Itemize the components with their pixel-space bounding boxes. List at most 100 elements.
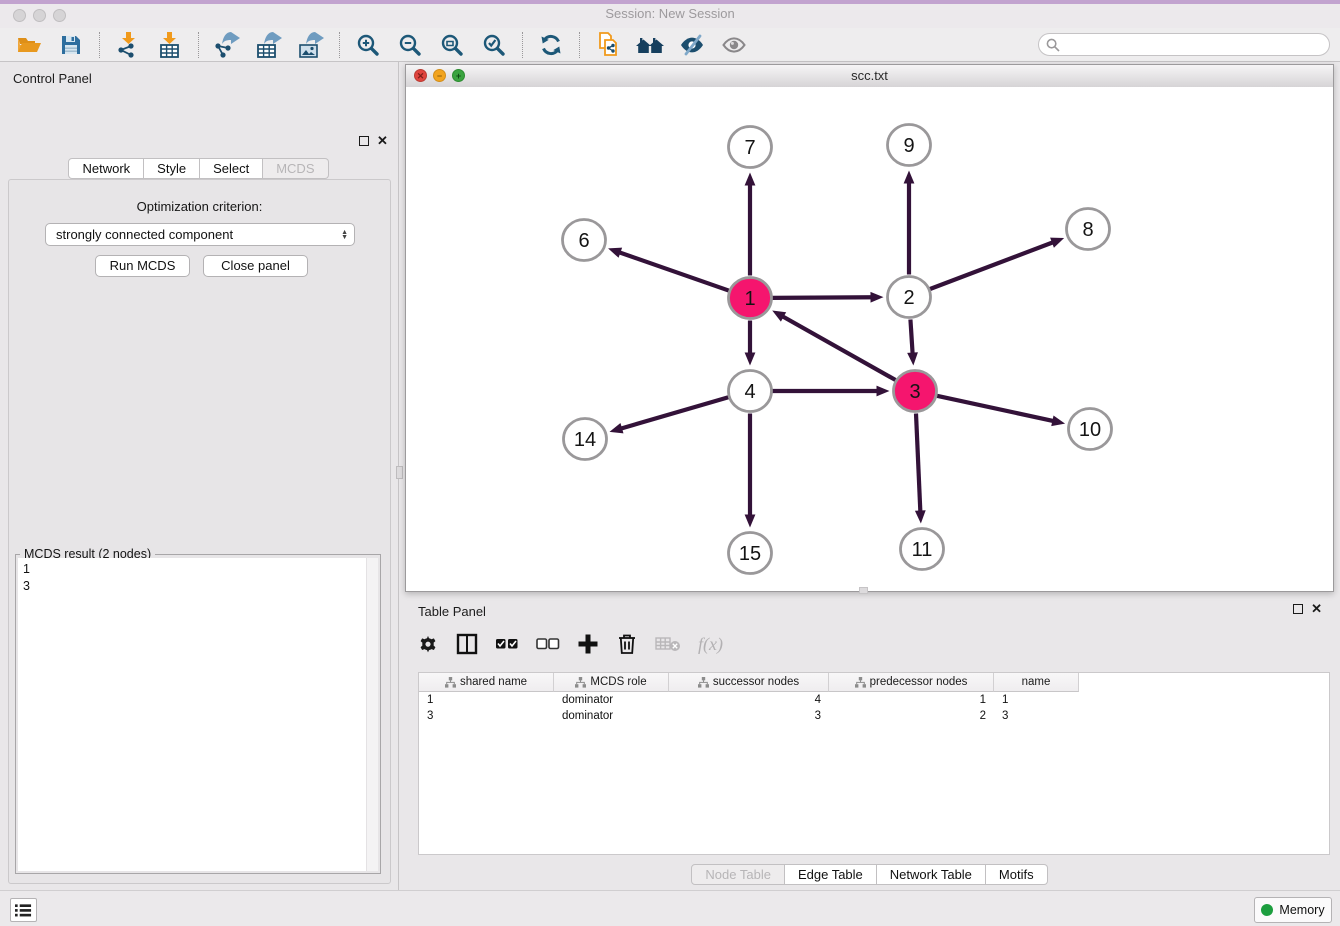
- network-canvas[interactable]: 7968124314101511: [406, 87, 1333, 591]
- graph-edge-1-2[interactable]: [772, 297, 873, 298]
- search-input[interactable]: [1064, 35, 1329, 55]
- import-table-icon[interactable]: [154, 30, 186, 60]
- horizontal-splitter-handle[interactable]: [859, 587, 868, 594]
- table-cell[interactable]: 3: [994, 708, 1079, 724]
- float-panel-icon[interactable]: [359, 136, 369, 146]
- graph-edge-2-8[interactable]: [930, 242, 1055, 289]
- close-panel-button[interactable]: Close panel: [203, 255, 308, 277]
- table-cell[interactable]: 1: [419, 692, 554, 708]
- save-icon[interactable]: [55, 30, 87, 60]
- criterion-value: strongly connected component: [56, 227, 233, 242]
- zoom-fit-icon[interactable]: [436, 30, 468, 60]
- tab-select[interactable]: Select: [200, 158, 263, 179]
- graph-edge-arrowhead: [907, 352, 918, 365]
- tab-network-table[interactable]: Network Table: [877, 864, 986, 885]
- table-toolbar: f(x): [417, 625, 723, 663]
- table-body[interactable]: 1dominator4113dominator323: [419, 692, 1329, 724]
- search-box[interactable]: [1038, 33, 1330, 56]
- graph-edge-3-11[interactable]: [916, 413, 920, 513]
- sort-tree-icon: [855, 677, 866, 688]
- search-icon: [1046, 38, 1060, 52]
- tab-motifs[interactable]: Motifs: [986, 864, 1048, 885]
- graph-edge-2-3[interactable]: [910, 319, 912, 355]
- settings-gear-icon[interactable]: [417, 633, 439, 655]
- show-columns-icon[interactable]: [495, 633, 519, 655]
- home-icon[interactable]: [634, 30, 666, 60]
- hide-panel-eye-icon[interactable]: [676, 30, 708, 60]
- column-header-MCDS-role[interactable]: MCDS role: [554, 673, 669, 692]
- graph-edge-arrowhead: [915, 510, 926, 523]
- table-cell[interactable]: 2: [829, 708, 994, 724]
- control-panel-tabs: NetworkStyleSelectMCDS: [0, 158, 397, 179]
- window-title: Session: New Session: [0, 6, 1340, 21]
- open-folder-icon[interactable]: [13, 30, 45, 60]
- tab-mcds[interactable]: MCDS: [263, 158, 328, 179]
- table-cell[interactable]: dominator: [554, 708, 669, 724]
- table-header-row[interactable]: shared nameMCDS rolesuccessor nodesprede…: [419, 673, 1329, 692]
- split-columns-icon[interactable]: [456, 633, 478, 655]
- export-table-icon[interactable]: [253, 30, 285, 60]
- toolbar-separator: [579, 32, 580, 58]
- clone-network-icon[interactable]: [592, 30, 624, 60]
- zoom-out-icon[interactable]: [394, 30, 426, 60]
- mcds-result-textarea[interactable]: 13: [18, 558, 378, 871]
- graph-edge-arrowhead: [745, 353, 756, 366]
- table-cell[interactable]: 3: [669, 708, 829, 724]
- column-header-predecessor-nodes[interactable]: predecessor nodes: [829, 673, 994, 692]
- node-table[interactable]: shared nameMCDS rolesuccessor nodesprede…: [418, 672, 1330, 855]
- table-panel: Table Panel ✕ f(x) shared nameMCDS roles…: [405, 595, 1334, 890]
- graph-edge-3-10[interactable]: [937, 396, 1055, 422]
- export-network-icon[interactable]: [211, 30, 243, 60]
- run-mcds-button[interactable]: Run MCDS: [95, 255, 190, 277]
- mcds-tab-content: Optimization criterion: strongly connect…: [8, 179, 391, 884]
- table-cell[interactable]: dominator: [554, 692, 669, 708]
- table-cell[interactable]: 4: [669, 692, 829, 708]
- sort-tree-icon: [698, 677, 709, 688]
- graph-node-label: 4: [744, 381, 755, 403]
- criterion-select[interactable]: strongly connected component ▲▼: [45, 223, 355, 246]
- task-history-button[interactable]: [10, 898, 37, 922]
- table-row[interactable]: 3dominator323: [419, 708, 1329, 724]
- graph-edge-arrowhead: [745, 515, 756, 528]
- memory-button[interactable]: Memory: [1254, 897, 1332, 923]
- graph-edge-arrowhead: [870, 292, 883, 303]
- float-table-panel-icon[interactable]: [1293, 604, 1303, 614]
- graph-edge-1-6[interactable]: [618, 252, 729, 291]
- import-network-icon[interactable]: [112, 30, 144, 60]
- result-scrollbar[interactable]: [366, 558, 378, 871]
- graph-node-label: 9: [903, 135, 914, 157]
- graph-edge-arrowhead: [608, 248, 622, 258]
- table-row[interactable]: 1dominator411: [419, 692, 1329, 708]
- table-cell[interactable]: 1: [829, 692, 994, 708]
- toolbar-separator: [522, 32, 523, 58]
- network-view-window: ✕ − + scc.txt 7968124314101511: [405, 64, 1334, 592]
- close-table-panel-icon[interactable]: ✕: [1311, 602, 1322, 616]
- column-header-successor-nodes[interactable]: successor nodes: [669, 673, 829, 692]
- tab-node-table[interactable]: Node Table: [691, 864, 785, 885]
- zoom-in-icon[interactable]: [352, 30, 384, 60]
- graph-edge-4-14[interactable]: [619, 397, 728, 429]
- sort-tree-icon: [445, 677, 456, 688]
- tab-network[interactable]: Network: [68, 158, 144, 179]
- vertical-splitter-handle[interactable]: [396, 466, 403, 479]
- delete-column-icon[interactable]: [616, 632, 638, 656]
- zoom-selected-icon[interactable]: [478, 30, 510, 60]
- close-panel-icon[interactable]: ✕: [377, 134, 388, 148]
- table-cell[interactable]: 3: [419, 708, 554, 724]
- main-toolbar: [0, 28, 1340, 62]
- column-header-shared-name[interactable]: shared name: [419, 673, 554, 692]
- tab-edge-table[interactable]: Edge Table: [785, 864, 877, 885]
- graph-edge-arrowhead: [904, 171, 915, 184]
- table-panel-title: Table Panel: [418, 604, 486, 619]
- refresh-icon[interactable]: [535, 30, 567, 60]
- export-image-icon[interactable]: [295, 30, 327, 60]
- tab-style[interactable]: Style: [144, 158, 200, 179]
- column-header-name[interactable]: name: [994, 673, 1079, 692]
- table-cell[interactable]: 1: [994, 692, 1079, 708]
- hide-columns-icon[interactable]: [536, 633, 560, 655]
- graph-edge-arrowhead: [609, 423, 623, 433]
- network-window-titlebar[interactable]: ✕ − + scc.txt: [406, 65, 1333, 88]
- graph-edge-3-1[interactable]: [781, 315, 895, 380]
- create-column-icon[interactable]: [577, 633, 599, 655]
- show-eye-icon[interactable]: [718, 30, 750, 60]
